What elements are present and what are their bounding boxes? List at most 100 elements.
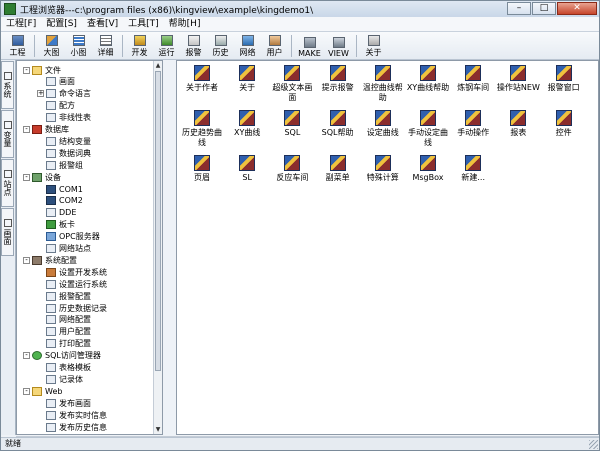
toolbar-button-make-1[interactable]: VIEW [325,33,352,58]
picture-item[interactable]: 页眉 [180,155,224,183]
picture-item[interactable]: 反应车间 [270,155,314,183]
minimize-button[interactable]: – [507,2,531,15]
vtab-3[interactable]: 画面 [1,208,14,256]
tree-item[interactable]: 记录体 [37,373,83,385]
tree-item[interactable]: + 命令语言 [37,88,91,100]
tree-item[interactable]: - SQL访问管理器 [23,350,101,362]
picture-icon [239,110,256,126]
picture-item[interactable]: 操作站NEW [496,65,540,93]
tree-item[interactable]: 发布实时信息 [37,409,107,421]
tree-item[interactable]: 设置运行系统 [37,278,107,290]
collapse-icon[interactable]: - [23,352,30,360]
page-icon [46,208,56,218]
tree-item[interactable]: COM1 [37,183,83,195]
maximize-button[interactable]: □ [532,2,556,15]
picture-item[interactable]: 设定曲线 [361,110,405,138]
toolbar-button-main-0[interactable]: 开发 [127,33,152,58]
tree-item[interactable]: 发布历史信息 [37,421,107,433]
picture-item[interactable]: 报警窗口 [542,65,586,93]
tree-vertical-scrollbar[interactable]: ▲ ▼ [153,61,162,434]
toolbar-button-view-1[interactable]: 小图 [66,33,91,58]
picture-item[interactable]: 历史趋势曲线 [180,110,224,148]
toolbar-button-main-1[interactable]: 运行 [154,33,179,58]
collapse-icon[interactable]: - [23,173,30,181]
tree-item[interactable]: COM2 [37,195,83,207]
menu-item-1[interactable]: 配置[S] [41,17,82,31]
tree-item[interactable]: 表格模板 [37,362,91,374]
page-icon [46,244,56,253]
picture-item[interactable]: 副菜单 [316,155,360,183]
tree-item[interactable]: - 文件 [23,64,61,76]
picture-item[interactable]: 关于作者 [180,65,224,93]
collapse-icon[interactable]: - [23,387,30,395]
toolbar-button-main-4[interactable]: 网络 [235,33,260,58]
tree-item[interactable]: 报警组 [37,159,83,171]
tree-item[interactable]: 用户配置 [37,326,91,338]
picture-item[interactable]: 提示报警 [316,65,360,93]
scroll-down-arrow-icon[interactable]: ▼ [154,425,162,434]
picture-item[interactable]: 关于 [225,65,269,93]
picture-item[interactable]: 炼钢车间 [451,65,495,93]
tree-item[interactable]: - Web [23,385,62,397]
picture-item[interactable]: XY曲线 [225,110,269,138]
picture-item[interactable]: XY曲线帮助 [406,65,450,93]
tree-item[interactable]: 设置开发系统 [37,266,107,278]
scroll-up-arrow-icon[interactable]: ▲ [154,61,162,70]
collapse-icon[interactable]: - [23,126,30,133]
tree-item[interactable]: 板卡 [37,219,75,231]
picture-item[interactable]: 手动操作 [451,110,495,138]
menu-item-3[interactable]: 工具[T] [123,17,164,31]
tree-item[interactable]: 历史数据记录 [37,302,107,314]
vtab-label: 变量 [3,131,12,147]
vtab-1[interactable]: 变量 [1,110,14,158]
collapse-icon[interactable]: - [23,66,30,74]
picture-item[interactable]: 温控曲线帮助 [361,65,405,103]
picture-icon [239,65,256,81]
toolbar-button-about-0[interactable]: 关于 [361,33,386,58]
toolbar-button-make-0[interactable]: MAKE [296,33,323,58]
toolbar-button-main-3[interactable]: 历史 [208,33,233,58]
picture-item[interactable]: SQL帮助 [316,110,360,138]
tree-item[interactable]: - 设备 [23,171,61,183]
tree-item[interactable]: 数据词典 [37,147,91,159]
picture-icon [420,65,436,81]
menu-item-0[interactable]: 工程[F] [1,17,41,31]
picture-item[interactable]: 超级文本画面 [270,65,314,103]
picture-item[interactable]: 控件 [542,110,586,138]
tree-item[interactable]: 网络配置 [37,314,91,326]
picture-item[interactable]: 新建... [451,155,495,183]
tree-item[interactable]: 非线性表 [37,112,91,124]
expand-icon[interactable]: + [37,90,44,98]
toolbar-button-main-2[interactable]: 报警 [181,33,206,58]
vtab-2[interactable]: 站点 [1,159,14,207]
tree-item[interactable]: DDE [37,207,76,219]
toolbar-button-main-5[interactable]: 用户 [262,33,287,58]
picture-item[interactable]: SQL [270,110,314,138]
tree-item[interactable]: 发布画面 [37,397,91,409]
tree-item[interactable]: - 系统配置 [23,254,77,266]
app-icon [4,3,16,15]
scroll-thumb[interactable] [155,71,161,371]
toolbar-button-view-0[interactable]: 大图 [39,33,64,58]
tree-item[interactable]: 打印配置 [37,338,91,350]
collapse-icon[interactable]: - [23,256,30,264]
tree-item[interactable]: 报警配置 [37,290,91,302]
picture-item[interactable]: MsgBox [406,155,450,183]
picture-item[interactable]: 报表 [496,110,540,138]
tree-item[interactable]: 画面 [37,76,75,88]
toolbar-button-left-0[interactable]: 工程 [5,33,30,58]
vtab-0[interactable]: 系统 [1,61,14,109]
tree-item[interactable]: - 数据库 [23,124,69,136]
tree-item[interactable]: OPC服务器 [37,231,100,243]
tree-item[interactable]: 网络站点 [37,243,91,255]
picture-item[interactable]: SL [225,155,269,183]
close-button[interactable]: ✕ [557,2,597,15]
tree-item[interactable]: 配方 [37,100,75,112]
picture-item[interactable]: 特殊计算 [361,155,405,183]
menu-item-4[interactable]: 帮助[H] [164,17,206,31]
resize-grip-icon[interactable] [589,440,598,449]
picture-item[interactable]: 手动设定曲线 [406,110,450,148]
menu-item-2[interactable]: 查看[V] [82,17,123,31]
toolbar-button-view-2[interactable]: 详细 [93,33,118,58]
tree-item[interactable]: 结构变量 [37,135,91,147]
